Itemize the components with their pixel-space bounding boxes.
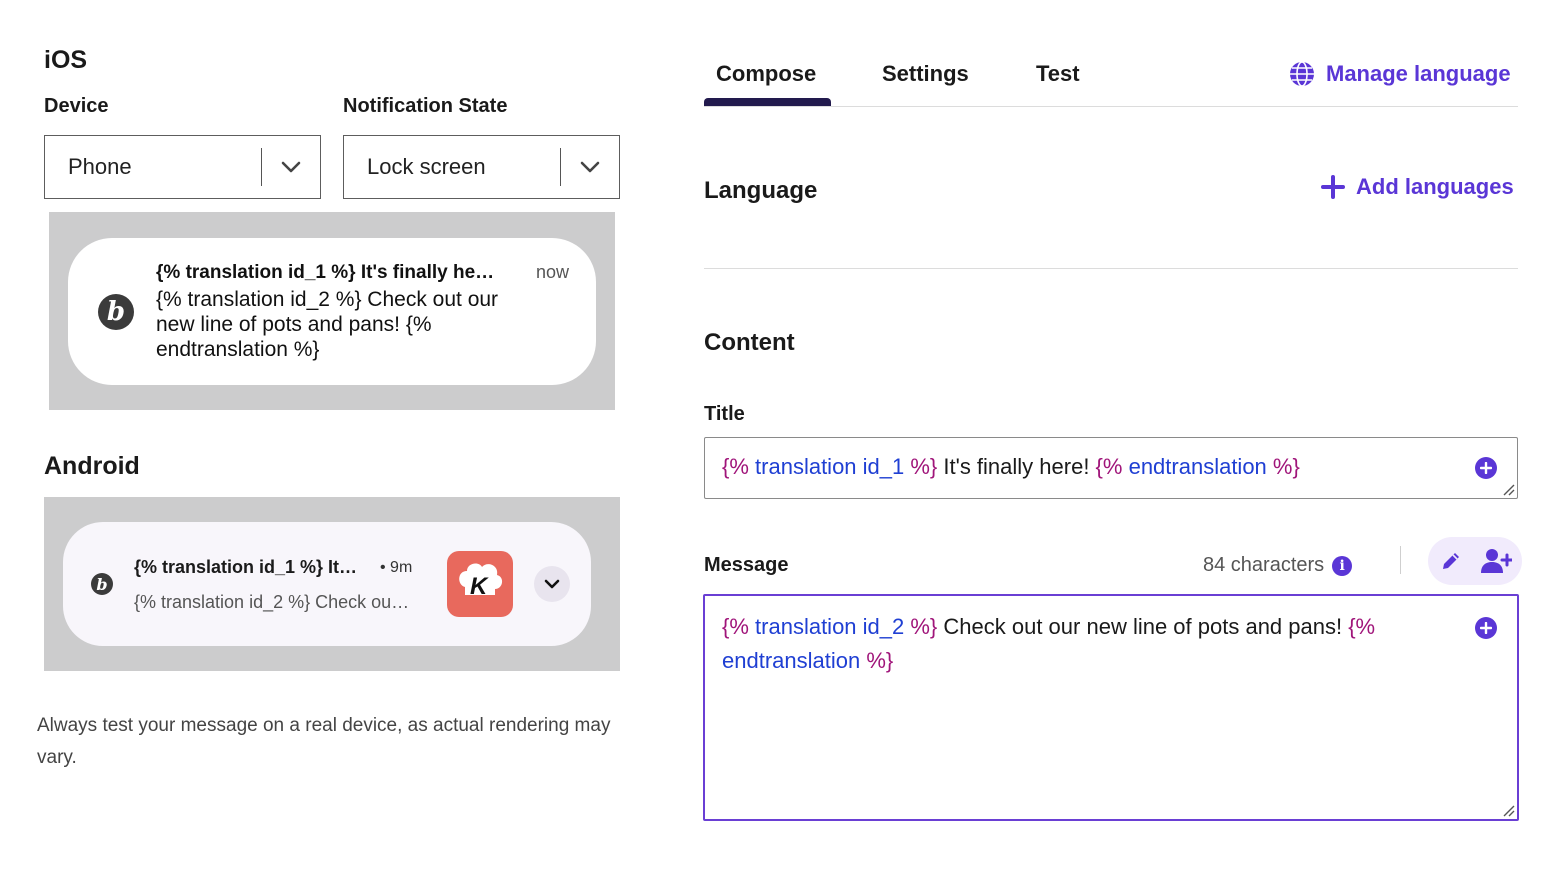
content-heading: Content xyxy=(704,329,795,356)
device-select[interactable]: Phone xyxy=(44,135,321,199)
message-line-2: endtranslation %} xyxy=(722,644,893,678)
toolbar-divider xyxy=(1400,546,1401,574)
chevron-down-icon xyxy=(544,579,560,589)
ios-notification-card: b {% translation id_1 %} It's finally he… xyxy=(68,238,596,385)
resize-handle-icon[interactable] xyxy=(1500,481,1516,497)
language-heading: Language xyxy=(704,177,818,204)
ios-heading: iOS xyxy=(44,46,88,74)
message-tools xyxy=(1428,537,1522,585)
pencil-icon[interactable] xyxy=(1439,549,1463,573)
app-icon-letter: K xyxy=(470,573,488,600)
liquid-token: {% xyxy=(722,454,749,479)
notification-state-value: Lock screen xyxy=(367,154,486,179)
character-count-text: 84 characters xyxy=(1203,554,1325,576)
liquid-token: translation id_2 xyxy=(748,614,911,639)
notification-state-label: Notification State xyxy=(343,95,508,117)
liquid-token: endtranslation xyxy=(722,648,867,673)
resize-handle-icon[interactable] xyxy=(1500,802,1516,818)
info-icon[interactable]: i xyxy=(1332,555,1353,576)
plus-icon xyxy=(1321,175,1345,199)
chevron-down-icon xyxy=(561,161,619,173)
message-textarea[interactable]: {% translation id_2 %} Check out our new… xyxy=(703,594,1519,821)
ios-notification-time: now xyxy=(536,262,570,282)
liquid-token: {% xyxy=(1095,454,1123,479)
message-line-1: {% translation id_2 %} Check out our new… xyxy=(722,610,1375,644)
title-label: Title xyxy=(704,403,745,425)
manage-language-link[interactable]: Manage language xyxy=(1288,60,1511,88)
manage-language-label: Manage language xyxy=(1326,61,1511,86)
device-select-value: Phone xyxy=(68,154,132,179)
android-notification-time: • 9m xyxy=(380,559,413,576)
liquid-token: {% xyxy=(722,614,749,639)
add-languages-button[interactable]: Add languages xyxy=(1320,174,1514,200)
tabs-divider xyxy=(704,106,1518,107)
add-languages-label: Add languages xyxy=(1356,174,1514,199)
globe-icon xyxy=(1290,61,1314,87)
ios-preview: b {% translation id_1 %} It's finally he… xyxy=(49,212,615,410)
liquid-token: endtranslation xyxy=(1122,454,1273,479)
title-input-value: {% translation id_1 %} It's finally here… xyxy=(722,450,1300,484)
liquid-token: %} xyxy=(1272,454,1300,479)
add-user-icon[interactable] xyxy=(1480,547,1512,575)
notification-state-select[interactable]: Lock screen xyxy=(343,135,620,199)
language-divider xyxy=(704,268,1518,269)
app-icon: K xyxy=(447,551,513,617)
insert-personalization-icon[interactable] xyxy=(1475,457,1497,479)
liquid-token: %} xyxy=(910,454,938,479)
plain-text-token: Check out our new line of pots and pans! xyxy=(937,614,1349,639)
insert-personalization-icon[interactable] xyxy=(1475,617,1497,639)
device-label: Device xyxy=(44,95,109,117)
android-heading: Android xyxy=(44,452,140,480)
ios-notification-body: {% translation id_2 %} Check out our new… xyxy=(156,288,499,361)
ios-notification-title: {% translation id_1 %} It's finally he… xyxy=(156,262,495,283)
expand-button[interactable] xyxy=(534,566,570,602)
android-notification-card: b {% translation id_1 %} It… • 9m {% tra… xyxy=(63,522,591,646)
character-count: 84 characters i xyxy=(1203,554,1353,577)
tab-settings[interactable]: Settings xyxy=(882,61,969,87)
liquid-token: %} xyxy=(866,648,894,673)
chevron-down-icon xyxy=(262,161,320,173)
android-notification-title: {% translation id_1 %} It… xyxy=(134,557,358,577)
liquid-token: {% xyxy=(1348,614,1376,639)
title-input[interactable]: {% translation id_1 %} It's finally here… xyxy=(704,437,1518,499)
liquid-token: %} xyxy=(910,614,938,639)
braze-logo-icon: b xyxy=(91,573,113,595)
active-tab-indicator xyxy=(704,98,831,106)
message-label: Message xyxy=(704,554,789,576)
liquid-token: translation id_1 xyxy=(748,454,911,479)
plain-text-token: It's finally here! xyxy=(937,454,1096,479)
android-preview: b {% translation id_1 %} It… • 9m {% tra… xyxy=(44,497,620,671)
android-notification-body: {% translation id_2 %} Check ou… xyxy=(134,592,410,612)
tab-test[interactable]: Test xyxy=(1036,61,1080,87)
braze-logo-icon: b xyxy=(98,294,134,330)
tab-compose[interactable]: Compose xyxy=(716,61,816,87)
test-device-note: Always test your message on a real devic… xyxy=(37,715,611,768)
